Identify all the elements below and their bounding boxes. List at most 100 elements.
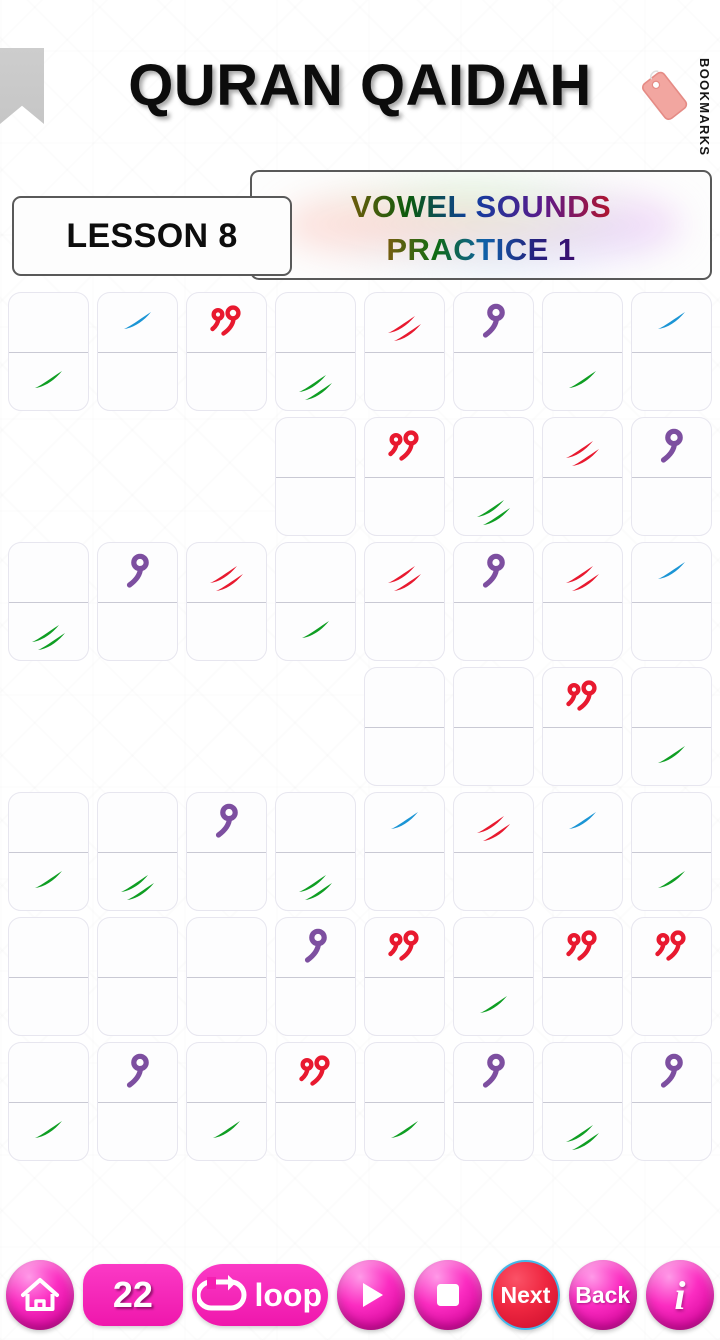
cell-bottom-half[interactable] xyxy=(543,477,622,536)
cell-bottom-half[interactable] xyxy=(276,602,355,661)
cell-top-half[interactable] xyxy=(9,793,88,852)
cell-top-half[interactable] xyxy=(632,1043,711,1102)
practice-cell[interactable] xyxy=(364,917,445,1036)
cell-bottom-half[interactable] xyxy=(365,1102,444,1161)
practice-cell[interactable] xyxy=(631,1042,712,1161)
practice-cell[interactable] xyxy=(97,292,178,411)
cell-bottom-half[interactable] xyxy=(543,352,622,411)
lesson-badge[interactable]: LESSON 8 xyxy=(12,196,292,276)
cell-bottom-half[interactable] xyxy=(365,602,444,661)
practice-cell[interactable] xyxy=(364,1042,445,1161)
cell-top-half[interactable] xyxy=(365,543,444,602)
next-button[interactable]: Next xyxy=(491,1260,560,1330)
cell-top-half[interactable] xyxy=(454,1043,533,1102)
cell-bottom-half[interactable] xyxy=(98,1102,177,1161)
cell-bottom-half[interactable] xyxy=(632,977,711,1036)
cell-top-half[interactable] xyxy=(187,543,266,602)
practice-cell[interactable] xyxy=(364,417,445,536)
practice-cell[interactable] xyxy=(186,792,267,911)
info-button[interactable]: i xyxy=(645,1260,714,1330)
cell-top-half[interactable] xyxy=(365,1043,444,1102)
cell-top-half[interactable] xyxy=(9,543,88,602)
practice-cell[interactable] xyxy=(631,792,712,911)
cell-top-half[interactable] xyxy=(543,543,622,602)
practice-cell[interactable] xyxy=(364,667,445,786)
practice-cell[interactable] xyxy=(542,292,623,411)
cell-bottom-half[interactable] xyxy=(543,977,622,1036)
cell-top-half[interactable] xyxy=(276,793,355,852)
cell-bottom-half[interactable] xyxy=(365,852,444,911)
cell-top-half[interactable] xyxy=(276,543,355,602)
cell-top-half[interactable] xyxy=(365,668,444,727)
practice-cell[interactable] xyxy=(97,917,178,1036)
cell-top-half[interactable] xyxy=(543,1043,622,1102)
cell-top-half[interactable] xyxy=(454,293,533,352)
cell-bottom-half[interactable] xyxy=(98,602,177,661)
practice-cell[interactable] xyxy=(275,417,356,536)
cell-bottom-half[interactable] xyxy=(632,602,711,661)
cell-bottom-half[interactable] xyxy=(543,602,622,661)
practice-cell[interactable] xyxy=(453,667,534,786)
cell-bottom-half[interactable] xyxy=(454,602,533,661)
practice-cell[interactable] xyxy=(97,542,178,661)
cell-top-half[interactable] xyxy=(454,918,533,977)
practice-cell[interactable] xyxy=(8,917,89,1036)
practice-cell[interactable] xyxy=(8,292,89,411)
cell-bottom-half[interactable] xyxy=(187,1102,266,1161)
cell-bottom-half[interactable] xyxy=(276,477,355,536)
cell-top-half[interactable] xyxy=(632,793,711,852)
practice-cell[interactable] xyxy=(364,542,445,661)
practice-cell[interactable] xyxy=(542,667,623,786)
cell-top-half[interactable] xyxy=(276,293,355,352)
cell-bottom-half[interactable] xyxy=(98,977,177,1036)
cell-top-half[interactable] xyxy=(98,793,177,852)
cell-bottom-half[interactable] xyxy=(543,727,622,786)
cell-bottom-half[interactable] xyxy=(632,1102,711,1161)
practice-cell[interactable] xyxy=(631,292,712,411)
practice-cell[interactable] xyxy=(631,917,712,1036)
practice-cell[interactable] xyxy=(8,542,89,661)
cell-top-half[interactable] xyxy=(543,293,622,352)
cell-top-half[interactable] xyxy=(98,293,177,352)
cell-top-half[interactable] xyxy=(98,543,177,602)
play-button[interactable] xyxy=(336,1260,406,1330)
practice-cell[interactable] xyxy=(186,1042,267,1161)
cell-bottom-half[interactable] xyxy=(365,727,444,786)
cell-top-half[interactable] xyxy=(187,293,266,352)
cell-bottom-half[interactable] xyxy=(454,477,533,536)
cell-bottom-half[interactable] xyxy=(543,1102,622,1161)
cell-top-half[interactable] xyxy=(454,418,533,477)
practice-cell[interactable] xyxy=(453,1042,534,1161)
repeat-count-button[interactable]: 22 xyxy=(83,1264,183,1326)
practice-cell[interactable] xyxy=(631,667,712,786)
cell-top-half[interactable] xyxy=(543,793,622,852)
practice-cell[interactable] xyxy=(453,917,534,1036)
practice-cell[interactable] xyxy=(542,792,623,911)
practice-cell[interactable] xyxy=(453,292,534,411)
cell-top-half[interactable] xyxy=(632,668,711,727)
cell-bottom-half[interactable] xyxy=(276,852,355,911)
cell-bottom-half[interactable] xyxy=(365,352,444,411)
cell-top-half[interactable] xyxy=(98,918,177,977)
cell-top-half[interactable] xyxy=(276,1043,355,1102)
cell-bottom-half[interactable] xyxy=(632,852,711,911)
cell-bottom-half[interactable] xyxy=(9,977,88,1036)
practice-cell[interactable] xyxy=(275,792,356,911)
cell-bottom-half[interactable] xyxy=(187,352,266,411)
back-button[interactable]: Back xyxy=(568,1260,637,1330)
practice-cell[interactable] xyxy=(542,542,623,661)
cell-top-half[interactable] xyxy=(543,668,622,727)
cell-top-half[interactable] xyxy=(187,793,266,852)
practice-cell[interactable] xyxy=(97,792,178,911)
practice-cell[interactable] xyxy=(186,917,267,1036)
cell-top-half[interactable] xyxy=(187,1043,266,1102)
cell-top-half[interactable] xyxy=(365,793,444,852)
cell-bottom-half[interactable] xyxy=(454,852,533,911)
cell-bottom-half[interactable] xyxy=(187,602,266,661)
cell-bottom-half[interactable] xyxy=(454,352,533,411)
practice-cell[interactable] xyxy=(631,542,712,661)
practice-cell[interactable] xyxy=(542,917,623,1036)
cell-bottom-half[interactable] xyxy=(454,977,533,1036)
practice-cell[interactable] xyxy=(364,292,445,411)
cell-top-half[interactable] xyxy=(632,918,711,977)
